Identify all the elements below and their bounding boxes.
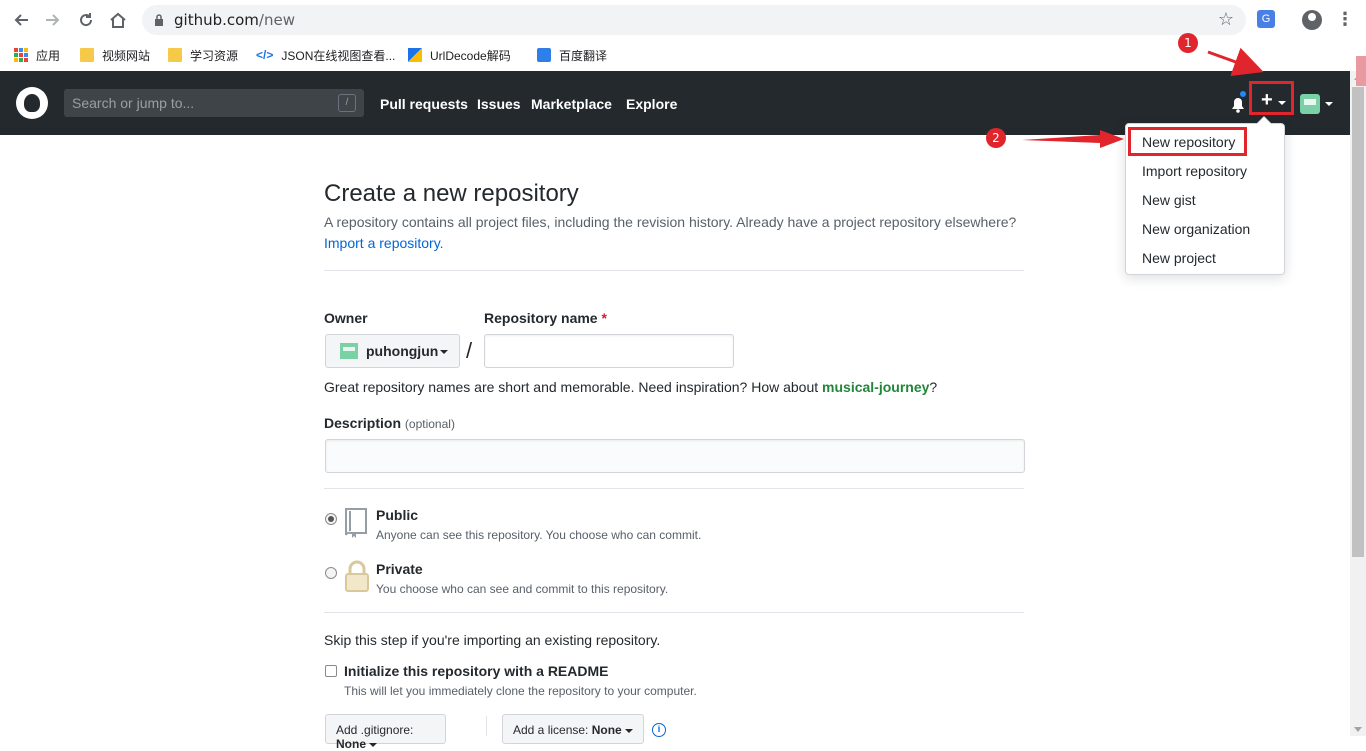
readme-label[interactable]: Initialize this repository with a README	[344, 663, 608, 679]
divider	[324, 270, 1024, 271]
repo-name-hint: Great repository names are short and mem…	[324, 379, 937, 395]
repository-name-input[interactable]	[484, 334, 734, 368]
import-repository-link[interactable]: Import a repository.	[324, 235, 444, 251]
private-description: You choose who can see and commit to thi…	[376, 582, 669, 596]
chevron-down-icon	[440, 350, 448, 354]
repo-book-icon	[345, 508, 367, 538]
annotation-badge-1: 1	[1178, 33, 1198, 53]
public-description: Anyone can see this repository. You choo…	[376, 528, 702, 542]
license-value: None	[591, 723, 622, 737]
private-title: Private	[376, 561, 423, 577]
private-radio[interactable]	[325, 567, 337, 579]
annotation-badge-2: 2	[986, 128, 1006, 148]
divider	[324, 488, 1024, 489]
skip-step-text: Skip this step if you're importing an ex…	[324, 632, 661, 648]
arrow-2	[1022, 130, 1124, 148]
lock-icon	[345, 560, 369, 592]
page-title: Create a new repository	[324, 180, 579, 207]
hint-suffix: ?	[929, 379, 938, 395]
page-subtitle: A repository contains all project files,…	[324, 214, 1017, 230]
annotation-arrows	[1022, 47, 1264, 148]
readme-description: This will let you immediately clone the …	[344, 684, 697, 698]
description-label-text: Description	[324, 415, 402, 431]
chevron-down-icon	[624, 728, 633, 733]
suggested-name-link[interactable]: musical-journey	[822, 379, 929, 395]
gitignore-select[interactable]: Add .gitignore: None	[325, 714, 446, 751]
description-input[interactable]	[325, 439, 1025, 473]
gitignore-label: Add .gitignore:	[336, 723, 414, 737]
owner-avatar	[340, 343, 358, 359]
public-title: Public	[376, 507, 419, 523]
info-icon[interactable]: i	[652, 723, 666, 737]
public-radio[interactable]	[325, 513, 337, 525]
divider	[486, 716, 487, 736]
repo-name-label-text: Repository name	[484, 310, 598, 326]
license-label: Add a license:	[513, 723, 589, 737]
required-mark: *	[601, 310, 607, 326]
gitignore-value: None	[336, 737, 366, 751]
license-select[interactable]: Add a license: None	[502, 714, 644, 744]
divider	[324, 612, 1024, 613]
description-label: Description (optional)	[324, 415, 455, 431]
arrow-1	[1207, 47, 1264, 76]
owner-select[interactable]: puhongjun	[325, 334, 460, 368]
hint-text: Great repository names are short and mem…	[324, 379, 823, 395]
readme-checkbox[interactable]	[325, 665, 337, 677]
chevron-down-icon	[369, 742, 377, 747]
owner-name: puhongjun	[366, 343, 439, 359]
repo-name-label: Repository name *	[484, 310, 607, 326]
optional-tag: (optional)	[404, 417, 455, 431]
owner-repo-separator: /	[466, 338, 473, 363]
owner-label: Owner	[324, 310, 368, 326]
